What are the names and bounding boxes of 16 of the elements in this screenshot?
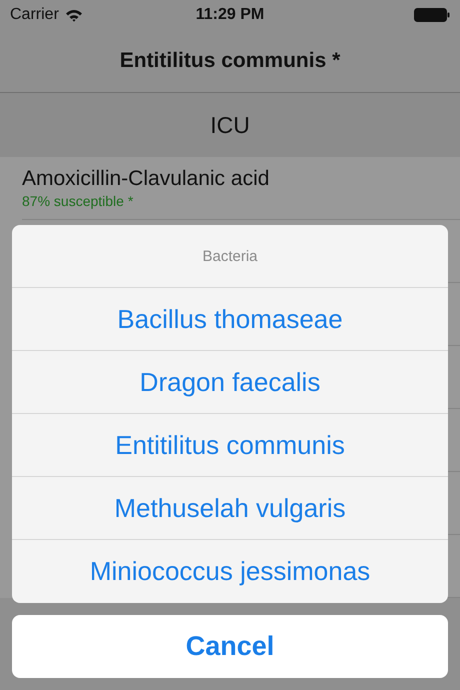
- location-label: ICU: [210, 112, 250, 138]
- drug-name: Amoxicillin-Clavulanic acid: [22, 167, 270, 191]
- bacteria-option[interactable]: Methuselah vulgaris: [12, 477, 448, 540]
- carrier-name: Carrier: [10, 6, 59, 24]
- susceptibility-text: 87% susceptible *: [22, 193, 134, 209]
- sheet-title: Bacteria: [12, 225, 448, 288]
- antibiotic-row[interactable]: Amoxicillin-Clavulanic acid 87% susceptible *: [22, 157, 460, 220]
- bacteria-option[interactable]: Miniococcus jessimonas: [12, 540, 448, 603]
- bacteria-option[interactable]: Entitilitus communis: [12, 414, 448, 477]
- cancel-button[interactable]: Cancel: [12, 615, 448, 678]
- navigation-title: Entitilitus communis *: [120, 49, 340, 73]
- battery-icon: [414, 8, 450, 22]
- wifi-icon: [64, 8, 83, 22]
- bacteria-option[interactable]: Bacillus thomaseae: [12, 288, 448, 351]
- bacteria-option[interactable]: Dragon faecalis: [12, 351, 448, 414]
- status-time: 11:29 PM: [194, 6, 266, 24]
